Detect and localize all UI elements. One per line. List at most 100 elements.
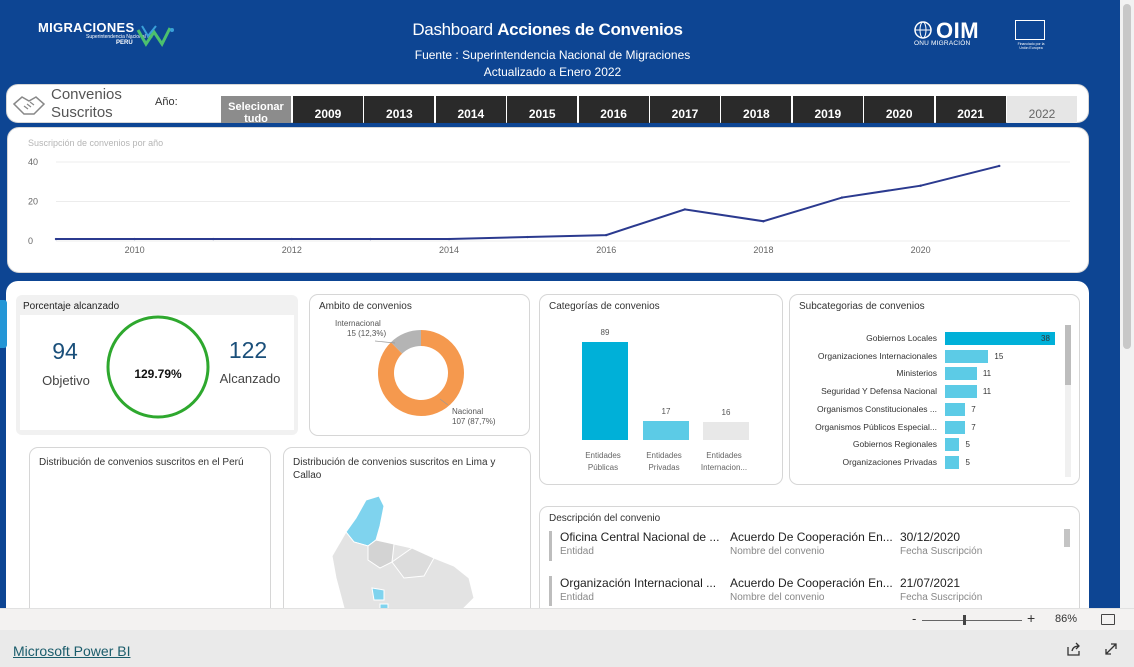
year-button-2020[interactable]: 2020	[864, 96, 935, 123]
data-point[interactable]	[369, 237, 372, 241]
data-point[interactable]	[762, 220, 765, 223]
year-button-2009[interactable]: 2009	[293, 96, 363, 123]
year-button-2016[interactable]: 2016	[578, 96, 649, 123]
year-button-2018[interactable]: 2018	[721, 96, 792, 123]
category-bar[interactable]	[582, 342, 628, 440]
line-chart: 0 20 40 2010 2012 2014 2016 2018 2020	[28, 157, 1070, 255]
share-icon[interactable]	[1066, 642, 1082, 656]
subcategory-label: Seguridad Y Defensa Nacional	[821, 386, 937, 397]
x-tick-label: 2020	[911, 245, 931, 255]
subcategory-bar[interactable]	[945, 349, 989, 363]
migraciones-mark-icon	[136, 25, 174, 47]
year-button-2019[interactable]: 2019	[792, 96, 863, 123]
power-bi-link[interactable]: Microsoft Power BI	[13, 643, 130, 659]
title-bold: Acciones de Convenios	[497, 20, 683, 39]
subcategorias-scroll-thumb[interactable]	[1065, 325, 1071, 385]
year-button-2022[interactable]: 2022	[1007, 96, 1077, 123]
data-point[interactable]	[526, 235, 529, 239]
year-button-2017[interactable]: 2017	[650, 96, 720, 123]
data-point[interactable]	[447, 237, 451, 241]
zoom-bar: - + 86%	[0, 608, 1134, 630]
series-line[interactable]	[56, 164, 1000, 241]
category-bar[interactable]	[703, 422, 749, 440]
row-fecha: 21/07/2021	[900, 576, 961, 590]
subcategory-label: Gobiernos Regionales	[852, 439, 937, 450]
year-button-2014[interactable]: 2014	[435, 96, 506, 123]
map-lima-card: Distribución de convenios suscritos en L…	[283, 447, 531, 608]
donut-slice-nacional[interactable]	[378, 330, 464, 416]
row-entidad: Organización Internacional ...	[560, 576, 717, 590]
page-scrollbar[interactable]	[1120, 0, 1134, 608]
select-all-button[interactable]: Selecionar tudo	[221, 96, 291, 123]
subcategorias-title: Subcategorias de convenios	[799, 301, 925, 312]
subcategory-bar[interactable]	[945, 367, 977, 381]
page-nav-marker[interactable]	[0, 300, 7, 348]
zoom-slider-thumb[interactable]	[963, 615, 966, 625]
data-point[interactable]	[54, 237, 58, 241]
descripcion-scroll-thumb[interactable]	[1064, 529, 1070, 547]
brand-name: MIGRACIONES	[38, 20, 135, 35]
nacional-label: Nacional	[452, 407, 484, 416]
subcategory-bar[interactable]	[945, 385, 977, 399]
objetivo-value: 94	[52, 338, 78, 364]
subcategory-value: 7	[971, 404, 976, 414]
data-point[interactable]	[605, 233, 608, 237]
data-point[interactable]	[290, 237, 294, 241]
year-button-2013[interactable]: 2013	[364, 96, 435, 123]
subcategory-bar[interactable]	[945, 455, 960, 469]
row-marker	[549, 531, 552, 561]
category-bar[interactable]	[643, 421, 689, 440]
category-axis-label: Entidades Privadas	[646, 451, 682, 472]
col-label-nombre: Nombre del convenio	[730, 546, 825, 557]
year-label: Año:	[155, 96, 178, 108]
year-button-2015[interactable]: 2015	[507, 96, 578, 123]
data-point[interactable]	[998, 164, 1001, 168]
row-nombre: Acuerdo De Cooperación En...	[730, 530, 893, 544]
subcategory-value: 38	[1041, 334, 1050, 343]
subcategory-bar[interactable]	[945, 420, 966, 434]
y-tick-label: 20	[28, 197, 38, 207]
descripcion-card: Descripción del convenio Oficina Central…	[539, 506, 1080, 608]
ambito-card: Ambito de convenios Internacional 15 (12…	[309, 294, 530, 436]
oim-sub: ONU MIGRACIÓN	[914, 40, 971, 47]
bar-data-label: 16	[721, 408, 731, 418]
data-point[interactable]	[840, 196, 844, 199]
kpi-title: Porcentaje alcanzado	[23, 301, 120, 312]
zoom-slider[interactable]	[922, 620, 1022, 621]
zoom-level: 86%	[1055, 613, 1078, 625]
subcategorias-scrollbar[interactable]	[1065, 325, 1071, 477]
subcategory-label: Organizaciones Privadas	[842, 456, 938, 467]
nacional-value: 107 (87,7%)	[452, 417, 496, 426]
categorias-title: Categorías de convenios	[549, 301, 660, 312]
fullscreen-icon[interactable]	[1104, 642, 1118, 656]
y-tick-label: 0	[28, 236, 33, 246]
page-scroll-thumb[interactable]	[1123, 4, 1131, 349]
subcategory-label: Organismos Constitucionales ...	[817, 403, 937, 414]
alcanzado-value: 122	[228, 337, 268, 363]
bar-data-label: 17	[661, 407, 671, 417]
subcategory-bar[interactable]	[945, 402, 966, 416]
ambito-donut	[374, 330, 464, 416]
x-tick-label: 2014	[439, 245, 459, 255]
zoom-out-button[interactable]: -	[912, 611, 916, 626]
eu-flag-icon	[1015, 20, 1045, 40]
row-nombre: Acuerdo De Cooperación En...	[730, 576, 893, 590]
data-point[interactable]	[919, 184, 922, 187]
col-label-fecha: Fecha Suscripción	[900, 592, 983, 603]
x-tick-label: 2016	[596, 245, 616, 255]
year-button-2021[interactable]: 2021	[935, 96, 1006, 123]
data-point[interactable]	[212, 237, 215, 241]
subcategory-bar[interactable]	[945, 438, 960, 452]
migraciones-logo: MIGRACIONES Superintendencia Nacional de…	[38, 20, 153, 46]
internacional-label: Internacional	[335, 319, 381, 328]
data-point[interactable]	[133, 237, 136, 241]
subcategory-value: 7	[971, 422, 976, 432]
fit-to-page-icon[interactable]	[1101, 614, 1115, 625]
data-point[interactable]	[683, 208, 687, 211]
lima-map[interactable]	[284, 448, 532, 608]
zoom-in-button[interactable]: +	[1027, 610, 1035, 626]
subcategory-bar[interactable]	[945, 332, 1055, 345]
updated-text: Actualizado a Enero 2022	[483, 65, 622, 79]
bar-data-label: 89	[600, 328, 610, 337]
donut-slice-internacional[interactable]	[390, 330, 422, 354]
